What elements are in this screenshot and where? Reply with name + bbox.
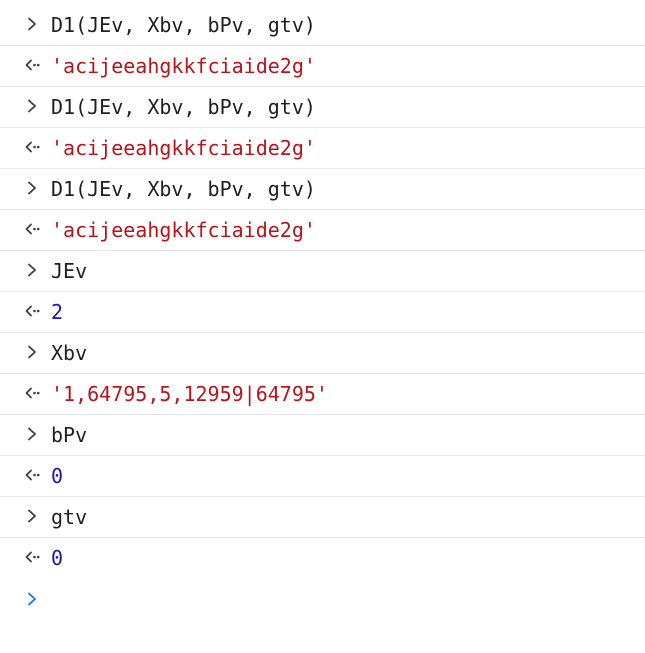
console-output-row: '1,64795,5,12959|64795'	[0, 374, 645, 415]
console-output-value[interactable]: 'acijeeahgkkfciaide2g'	[51, 53, 316, 79]
console-output-row: 'acijeeahgkkfciaide2g'	[0, 210, 645, 251]
console-input-text: D1(JEv, Xbv, bPv, gtv)	[51, 95, 316, 119]
console-input-text: bPv	[51, 423, 88, 447]
console-input-text: JEv	[51, 259, 88, 283]
console-input-row[interactable]: D1(JEv, Xbv, bPv, gtv)	[0, 5, 645, 46]
console-input-row[interactable]: gtv	[0, 497, 645, 538]
chevron-right-icon	[22, 506, 42, 526]
console-input-text: gtv	[51, 505, 88, 529]
console-output-value[interactable]: 'acijeeahgkkfciaide2g'	[51, 217, 316, 243]
chevron-right-icon	[22, 424, 42, 444]
chevron-right-icon	[22, 178, 42, 198]
chevron-right-icon	[22, 260, 42, 280]
prompt-chevron-icon	[22, 589, 42, 609]
console-output-value[interactable]: 2	[51, 299, 63, 325]
console-output-value[interactable]: 0	[51, 463, 63, 489]
return-arrow-icon	[22, 383, 42, 403]
console-input-row[interactable]: JEv	[0, 251, 645, 292]
return-arrow-icon	[22, 465, 42, 485]
return-arrow-icon	[22, 55, 42, 75]
console-input-text: D1(JEv, Xbv, bPv, gtv)	[51, 13, 316, 37]
return-arrow-icon	[22, 137, 42, 157]
return-arrow-icon	[22, 301, 42, 321]
return-arrow-icon	[22, 219, 42, 239]
console-output-row: 'acijeeahgkkfciaide2g'	[0, 46, 645, 87]
console-output-value[interactable]: '1,64795,5,12959|64795'	[51, 381, 328, 407]
console-output-value[interactable]: 0	[51, 545, 63, 571]
console-panel: D1(JEv, Xbv, bPv, gtv) 'acijeeahgkkfciai…	[0, 5, 645, 619]
console-input-text: Xbv	[51, 341, 88, 365]
console-input-row[interactable]: D1(JEv, Xbv, bPv, gtv)	[0, 169, 645, 210]
console-output-value[interactable]: 'acijeeahgkkfciaide2g'	[51, 135, 316, 161]
console-output-row: 'acijeeahgkkfciaide2g'	[0, 128, 645, 169]
chevron-right-icon	[22, 342, 42, 362]
chevron-right-icon	[22, 14, 42, 34]
console-prompt[interactable]	[0, 579, 645, 619]
console-input-row[interactable]: bPv	[0, 415, 645, 456]
console-output-row: 0	[0, 538, 645, 579]
console-output-row: 0	[0, 456, 645, 497]
console-input-text: D1(JEv, Xbv, bPv, gtv)	[51, 177, 316, 201]
console-input-row[interactable]: D1(JEv, Xbv, bPv, gtv)	[0, 87, 645, 128]
console-input-row[interactable]: Xbv	[0, 333, 645, 374]
return-arrow-icon	[22, 547, 42, 567]
chevron-right-icon	[22, 96, 42, 116]
console-output-row: 2	[0, 292, 645, 333]
